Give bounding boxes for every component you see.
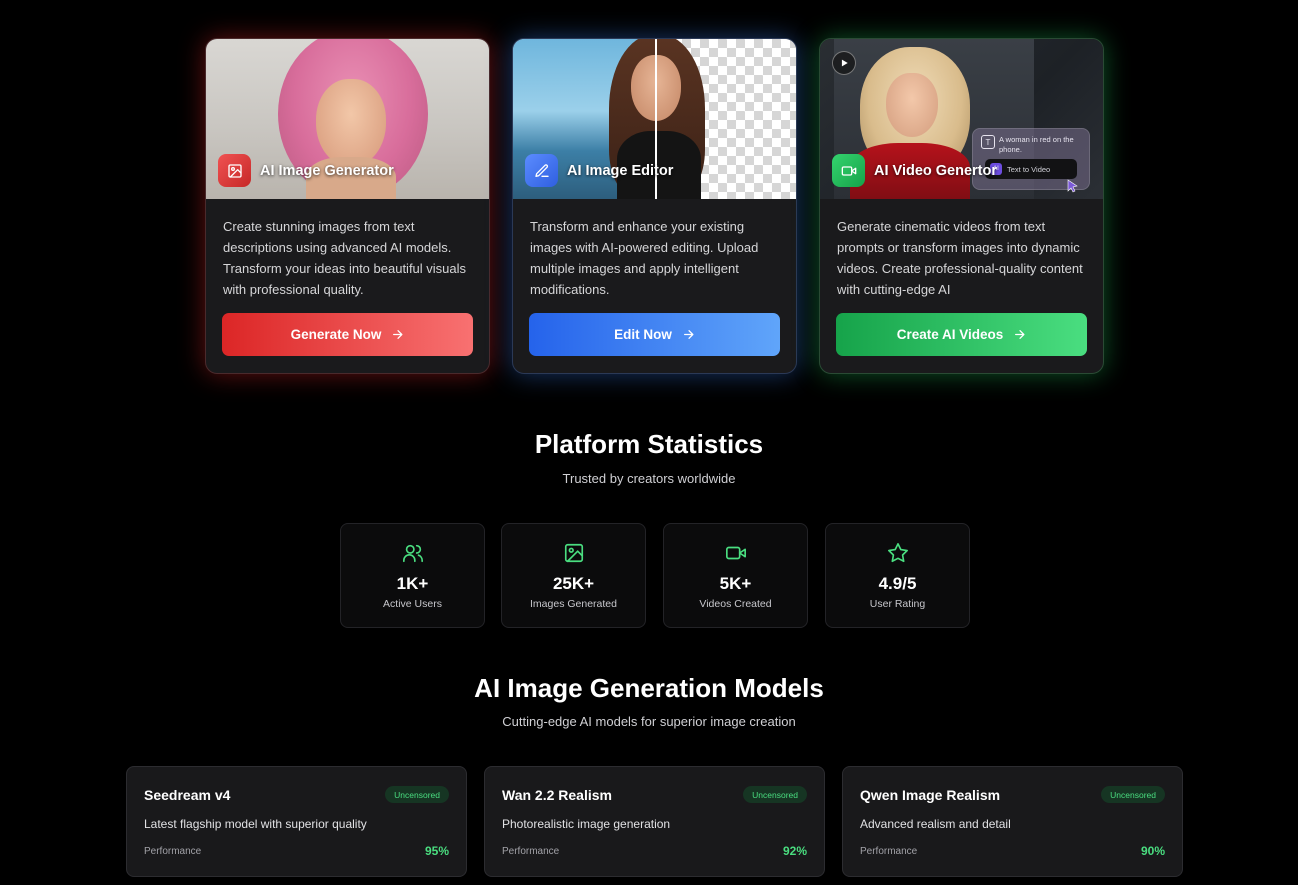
model-card-wan[interactable]: Wan 2.2 Realism Uncensored Photorealisti… — [484, 766, 825, 877]
tool-title: AI Video Genertor — [874, 162, 998, 179]
hero-label: AI Video Genertor — [832, 154, 997, 187]
tool-cards-row: AI Image Generator Create stunning image… — [205, 38, 1105, 374]
stat-card: 4.9/5 User Rating — [825, 523, 970, 628]
stats-grid: 1K+ Active Users 25K+ Images Generated 5… — [340, 523, 970, 628]
hero-label: AI Image Generator — [218, 154, 394, 187]
page: AI Image Generator Create stunning image… — [0, 0, 1298, 885]
hero-image-editor: AI Image Editor — [513, 39, 796, 199]
cursor-icon — [1067, 179, 1078, 193]
performance-value: 92% — [782, 844, 807, 858]
performance-value: 95% — [424, 844, 449, 858]
arrow-right-icon — [393, 330, 403, 339]
edit-now-button[interactable]: Edit Now — [529, 313, 780, 356]
stat-card: 25K+ Images Generated — [501, 523, 646, 628]
performance-label: Performance — [502, 846, 560, 857]
performance-value: 90% — [1140, 844, 1165, 858]
stat-value: 4.9/5 — [878, 574, 917, 593]
text-icon: T — [981, 135, 995, 149]
stat-label: Active Users — [383, 598, 442, 610]
hero-label: AI Image Editor — [525, 154, 673, 187]
image-icon — [218, 154, 251, 187]
uncensored-badge: Uncensored — [1101, 786, 1165, 803]
tool-title: AI Image Editor — [567, 162, 674, 179]
stat-label: User Rating — [869, 598, 926, 610]
generate-now-button[interactable]: Generate Now — [222, 313, 473, 356]
performance-label: Performance — [860, 846, 918, 857]
models-subtitle: Cutting-edge AI models for superior imag… — [502, 714, 796, 729]
stat-card: 1K+ Active Users — [340, 523, 485, 628]
tool-description: Transform and enhance your existing imag… — [530, 219, 759, 297]
model-description: Latest flagship model with superior qual… — [144, 817, 367, 831]
model-name: Wan 2.2 Realism — [502, 787, 612, 803]
stat-card: 5K+ Videos Created — [663, 523, 808, 628]
hero-image-generator: AI Image Generator — [206, 39, 489, 199]
video-icon — [664, 542, 807, 564]
arrow-right-icon — [1015, 330, 1025, 339]
uncensored-badge: Uncensored — [743, 786, 807, 803]
prompt-text: A woman in red on the phone. — [999, 135, 1074, 154]
create-ai-videos-button[interactable]: Create AI Videos — [836, 313, 1087, 356]
play-icon — [841, 59, 848, 67]
stat-value: 1K+ — [396, 574, 429, 593]
stats-title: Platform Statistics — [534, 429, 764, 459]
pencil-icon — [525, 154, 558, 187]
stat-value: 5K+ — [719, 574, 752, 593]
tool-card-image-generator: AI Image Generator Create stunning image… — [205, 38, 490, 374]
play-button[interactable] — [832, 51, 856, 75]
models-title: AI Image Generation Models — [474, 673, 824, 703]
tool-title: AI Image Generator — [260, 162, 394, 179]
image-icon — [502, 542, 645, 564]
tool-description: Create stunning images from text descrip… — [223, 219, 467, 297]
video-icon — [832, 154, 865, 187]
arrow-right-icon — [683, 330, 694, 339]
model-name: Seedream v4 — [144, 787, 231, 803]
tool-card-image-editor: AI Image Editor Transform and enhance yo… — [512, 38, 797, 374]
uncensored-badge: Uncensored — [385, 786, 449, 803]
button-label: Create AI Videos — [896, 327, 1004, 342]
tool-description: Generate cinematic videos from text prom… — [837, 219, 1083, 297]
model-description: Photorealistic image generation — [502, 817, 671, 831]
model-description: Advanced realism and detail — [860, 817, 1011, 831]
pill-label: Text to Video — [1007, 164, 1051, 174]
stats-subtitle: Trusted by creators worldwide — [562, 471, 736, 486]
hero-video-generator: T A woman in red on the phone. AI Text t… — [820, 39, 1103, 199]
button-label: Generate Now — [290, 327, 382, 342]
stat-label: Images Generated — [530, 598, 617, 610]
model-card-seedream[interactable]: Seedream v4 Uncensored Latest flagship m… — [126, 766, 467, 877]
stat-value: 25K+ — [552, 574, 595, 593]
tool-card-video-generator: T A woman in red on the phone. AI Text t… — [819, 38, 1104, 374]
performance-label: Performance — [144, 846, 202, 857]
face-shape — [886, 73, 938, 137]
model-name: Qwen Image Realism — [860, 787, 1001, 803]
users-icon — [341, 542, 484, 564]
text-to-video-pill: AI Text to Video — [985, 159, 1077, 179]
stat-label: Videos Created — [699, 598, 772, 610]
model-card-qwen[interactable]: Qwen Image Realism Uncensored Advanced r… — [842, 766, 1183, 877]
button-label: Edit Now — [614, 327, 672, 342]
star-icon — [826, 542, 969, 564]
